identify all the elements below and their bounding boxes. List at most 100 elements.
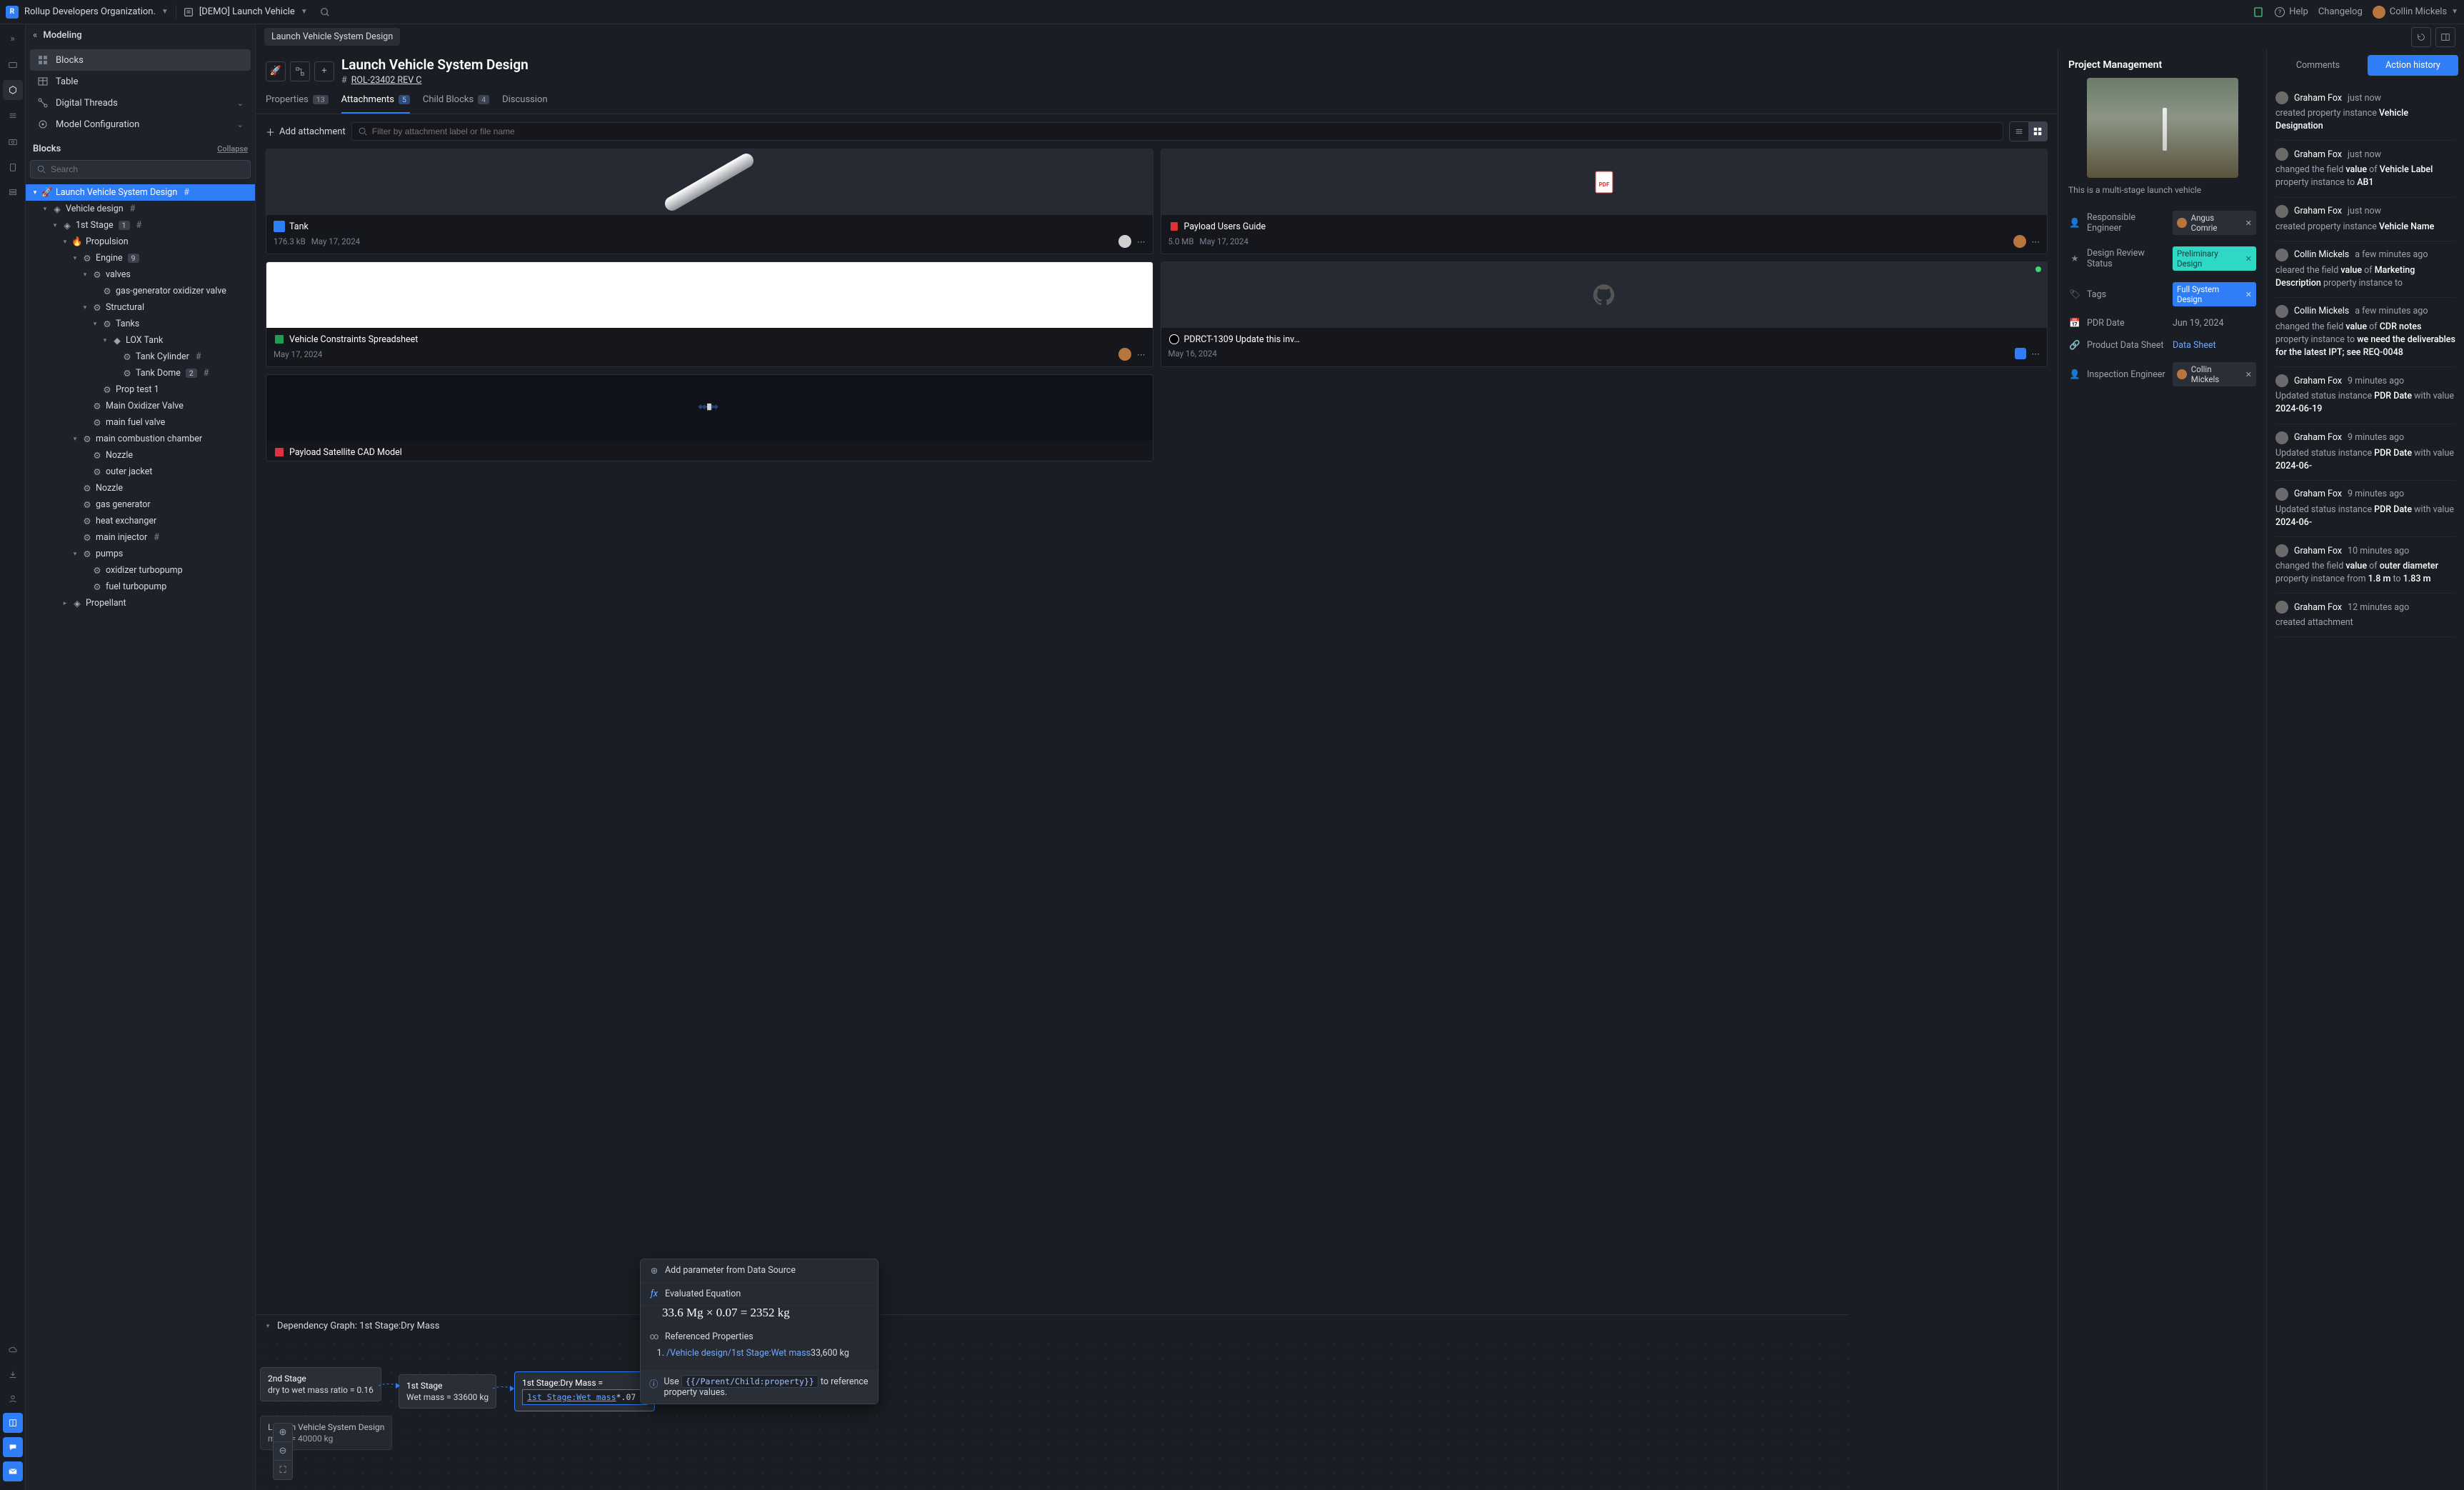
- sidebar-search-input[interactable]: [51, 164, 244, 174]
- list-view-button[interactable]: [2010, 122, 2028, 141]
- tab-action-history[interactable]: Action history: [2368, 55, 2458, 76]
- rail-list[interactable]: [3, 106, 23, 126]
- sidebar-item-blocks[interactable]: Blocks: [30, 49, 251, 71]
- tree-item[interactable]: ⚙outer jacket: [26, 464, 255, 480]
- attachment-card[interactable]: PDF Payload Users Guide 5.0 MBMay 17, 20…: [1161, 149, 2048, 254]
- rail-download[interactable]: [3, 1364, 23, 1384]
- attachment-card[interactable]: Tank 176.3 kBMay 17, 2024⋯: [266, 149, 1153, 254]
- graph-node-editing[interactable]: 1st Stage:Dry Mass =1st Stage:Wet mass*.…: [514, 1371, 655, 1411]
- sidebar-collapse-button[interactable]: «: [33, 30, 37, 41]
- grid-view-button[interactable]: [2028, 122, 2047, 141]
- zoom-out-button[interactable]: ⊖: [274, 1442, 292, 1461]
- attachment-card[interactable]: PDRCT-1309 Update this inv… May 16, 2024…: [1161, 261, 2048, 367]
- user-menu[interactable]: Collin Mickels ▼: [2373, 6, 2458, 19]
- attachment-card[interactable]: Payload Satellite CAD Model: [266, 374, 1153, 461]
- tree-item[interactable]: ▾⚙pumps: [26, 546, 255, 562]
- tree-item[interactable]: ⚙Prop test 1: [26, 381, 255, 398]
- tree-item[interactable]: ▸◈Propellant: [26, 595, 255, 611]
- schema-icon-button[interactable]: [290, 61, 310, 81]
- rail-clipboard[interactable]: [3, 157, 23, 177]
- rail-camera[interactable]: [3, 131, 23, 151]
- tree-item[interactable]: ⚙Tank Dome2#: [26, 365, 255, 381]
- add-parameter-button[interactable]: ⊕Add parameter from Data Source: [641, 1259, 878, 1283]
- tab-attachments[interactable]: Attachments5: [341, 94, 410, 114]
- tree-item[interactable]: ⚙Main Oxidizer Valve: [26, 398, 255, 414]
- more-icon[interactable]: ⋯: [1137, 349, 1146, 359]
- more-icon[interactable]: ⋯: [2032, 349, 2040, 359]
- property-reference-link[interactable]: 1st Stage:Wet mass: [527, 1392, 616, 1402]
- user-chip[interactable]: Angus Comrie✕: [2173, 211, 2256, 235]
- history-button[interactable]: [2411, 27, 2431, 47]
- type-icon-button[interactable]: 🚀: [266, 61, 286, 81]
- graph-node[interactable]: 1st StageWet mass = 33600 kg: [399, 1374, 496, 1409]
- tree-item[interactable]: ⚙Nozzle: [26, 447, 255, 464]
- rail-cloud[interactable]: [3, 1340, 23, 1360]
- fit-button[interactable]: ⛶: [274, 1461, 292, 1479]
- tree-item[interactable]: ▾⚙Engine9: [26, 250, 255, 266]
- tab-comments[interactable]: Comments: [2273, 55, 2363, 76]
- rail-dashboard[interactable]: [3, 54, 23, 74]
- rail-stack[interactable]: [3, 183, 23, 203]
- tree-root[interactable]: ▾🚀Launch Vehicle System Design#: [26, 184, 255, 201]
- global-search-button[interactable]: [315, 2, 335, 22]
- referenced-property-link[interactable]: /Vehicle design/1st Stage:Wet mass: [666, 1348, 811, 1359]
- dependency-graph-canvas[interactable]: 2nd Stagedry to wet mass ratio = 0.16 1s…: [256, 1337, 1849, 1490]
- sidebar-item-digital-threads[interactable]: Digital Threads ⌄: [30, 92, 251, 114]
- tree-item[interactable]: ▾⚙Structural: [26, 299, 255, 316]
- status-chip[interactable]: Preliminary Design✕: [2173, 246, 2256, 271]
- attachment-card[interactable]: Vehicle Constraints Spreadsheet May 17, …: [266, 261, 1153, 367]
- tree-item[interactable]: ⚙Tank Cylinder#: [26, 349, 255, 365]
- doc-id-link[interactable]: ROL-23402 REV C: [351, 75, 422, 86]
- tree-item[interactable]: ⚙main fuel valve: [26, 414, 255, 431]
- rail-chat[interactable]: [3, 1437, 23, 1457]
- tree-item[interactable]: ⚙fuel turbopump: [26, 579, 255, 595]
- org-switcher[interactable]: R Rollup Developers Organization. ▼: [6, 6, 169, 19]
- tab-discussion[interactable]: Discussion: [502, 94, 548, 114]
- sidebar-item-table[interactable]: Table: [30, 71, 251, 92]
- tree-item[interactable]: ▾⚙Tanks: [26, 316, 255, 332]
- attachment-filter[interactable]: [351, 122, 2003, 141]
- remove-icon[interactable]: ✕: [2245, 219, 2252, 228]
- tree-item[interactable]: ▾◆LOX Tank: [26, 332, 255, 349]
- bookmark-icon[interactable]: [2253, 6, 2264, 18]
- help-link[interactable]: ? Help: [2274, 6, 2308, 18]
- add-button[interactable]: +: [314, 61, 334, 81]
- tree-item[interactable]: ▾◈1st Stage1#: [26, 217, 255, 234]
- attachment-filter-input[interactable]: [372, 126, 1997, 136]
- tree-item[interactable]: ⚙gas generator: [26, 496, 255, 513]
- more-icon[interactable]: ⋯: [1137, 236, 1146, 246]
- tree-item[interactable]: ⚙Nozzle: [26, 480, 255, 496]
- sidebar-search[interactable]: [30, 160, 251, 179]
- tree-item[interactable]: ▾⚙valves: [26, 266, 255, 283]
- remove-icon[interactable]: ✕: [2245, 370, 2252, 379]
- panel-toggle-button[interactable]: [2435, 27, 2455, 47]
- rail-expand-button[interactable]: »: [3, 29, 23, 49]
- tree-item[interactable]: ▾◈Vehicle design#: [26, 201, 255, 217]
- data-sheet-link[interactable]: Data Sheet: [2173, 340, 2256, 351]
- project-switcher[interactable]: [DEMO] Launch Vehicle ▼: [184, 6, 308, 17]
- graph-node[interactable]: 2nd Stagedry to wet mass ratio = 0.16: [260, 1367, 381, 1401]
- changelog-link[interactable]: Changelog: [2318, 6, 2363, 17]
- tree-item[interactable]: ⚙main injector#: [26, 529, 255, 546]
- tag-chip[interactable]: Full System Design✕: [2173, 282, 2256, 306]
- tree-item[interactable]: ⚙heat exchanger: [26, 513, 255, 529]
- tree-item[interactable]: ⚙oxidizer turbopump: [26, 562, 255, 579]
- tab-child-blocks[interactable]: Child Blocks4: [423, 94, 489, 114]
- history-list[interactable]: Graham Fox just nowcreated property inst…: [2267, 81, 2464, 1490]
- user-chip[interactable]: Collin Mickels✕: [2173, 362, 2256, 386]
- collapse-link[interactable]: Collapse: [217, 144, 248, 154]
- zoom-in-button[interactable]: ⊕: [274, 1424, 292, 1442]
- more-icon[interactable]: ⋯: [2032, 236, 2040, 246]
- rail-person[interactable]: [3, 1389, 23, 1409]
- sidebar-item-model-config[interactable]: Model Configuration ⌄: [30, 114, 251, 135]
- rail-modeling[interactable]: [3, 80, 23, 100]
- tree-item[interactable]: ▾🔥Propulsion: [26, 234, 255, 250]
- rail-book[interactable]: [3, 1413, 23, 1433]
- add-attachment-button[interactable]: ＋Add attachment: [266, 125, 346, 139]
- chevron-down-icon[interactable]: ▾: [264, 1323, 271, 1330]
- remove-icon[interactable]: ✕: [2245, 254, 2252, 264]
- rail-mail[interactable]: [3, 1461, 23, 1481]
- tab-properties[interactable]: Properties13: [266, 94, 329, 114]
- remove-icon[interactable]: ✕: [2245, 290, 2252, 299]
- tree-item[interactable]: ▾⚙main combustion chamber: [26, 431, 255, 447]
